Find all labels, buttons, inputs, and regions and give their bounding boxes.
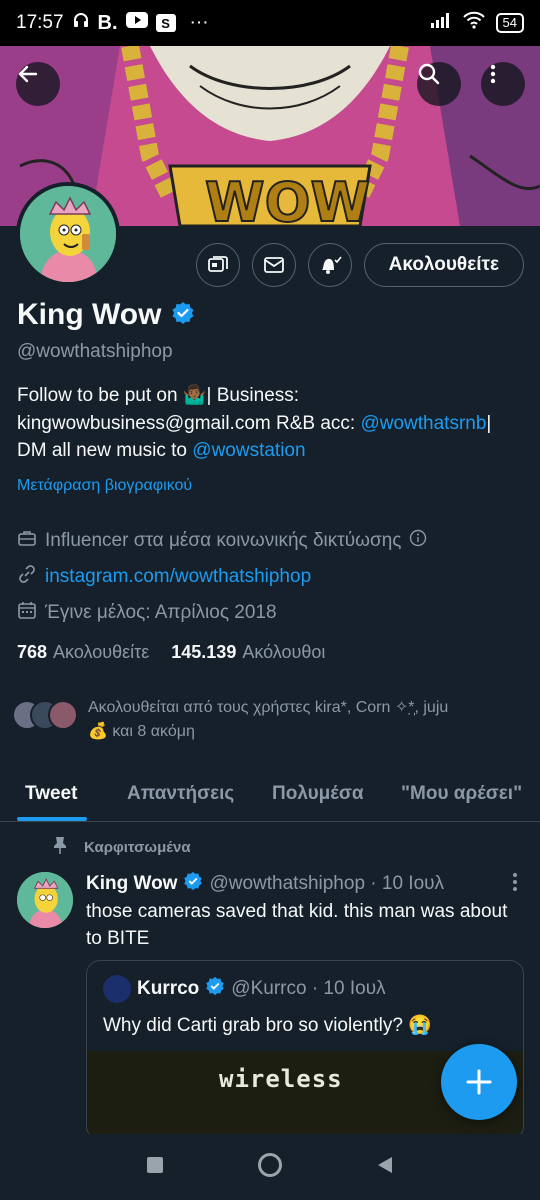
followed-by-line: Ακολουθείται από τους χρήστες kira*, Cor…	[88, 699, 449, 716]
system-nav-bar	[0, 1134, 540, 1200]
info-icon[interactable]	[409, 529, 427, 553]
square-icon	[147, 1156, 164, 1173]
followed-by-row[interactable]: Ακολουθείται από τους χρήστες kira*, Cor…	[12, 696, 518, 744]
profile-category: Influencer στα μέσα κοινωνικής δικτύωσης	[17, 528, 427, 554]
followed-by-line: 💰 και 8 ακόμη	[88, 723, 195, 740]
battery-indicator: 54	[495, 13, 524, 33]
verified-badge-icon	[205, 976, 225, 1002]
tab-replies[interactable]: Απαντήσεις	[127, 766, 234, 822]
bell-check-icon	[321, 256, 342, 274]
app-notification-icon: B.	[97, 11, 118, 34]
tweet-more-button[interactable]	[512, 872, 518, 897]
pinned-indicator: Καρφιτσωμένα	[52, 836, 191, 858]
briefcase-icon	[17, 528, 37, 554]
profile-actions: Ακολουθείτε	[195, 243, 524, 287]
followed-by-avatars	[12, 700, 78, 736]
avatar-image	[20, 186, 116, 282]
joined-text: Έγινε μέλος: Απρίλιος 2018	[45, 602, 277, 623]
avatar-image	[17, 872, 73, 928]
following-label: Ακολουθείτε	[53, 642, 150, 662]
bio-mention-link[interactable]: @wowthatsrnb	[360, 413, 486, 434]
followers-label: Ακόλουθοι	[242, 642, 326, 662]
following-count-link[interactable]: 768 Ακολουθείτε	[17, 642, 149, 663]
more-vertical-icon	[513, 873, 517, 891]
status-bar: 17:57 B. S ··· 54	[0, 0, 540, 46]
signal-icon	[430, 12, 452, 34]
subscriptions-button[interactable]	[195, 243, 240, 287]
profile-name-row: King Wow	[17, 298, 195, 332]
profile-joined: Έγινε μέλος: Απρίλιος 2018	[17, 600, 277, 626]
tweet-handle-date: @wowthatshiphop · 10 Ιουλ	[209, 873, 445, 894]
followed-by-text: Ακολουθείται από τους χρήστες kira*, Cor…	[88, 696, 518, 744]
notifications-button[interactable]	[307, 243, 352, 287]
profile-tabs: Tweet Απαντήσεις Πολυμέσα "Μου αρέσει"	[0, 766, 540, 822]
more-notifications-icon: ···	[189, 12, 209, 33]
category-text: Influencer στα μέσα κοινωνικής δικτύωσης	[45, 530, 402, 551]
arrow-left-icon	[18, 65, 38, 83]
quote-handle-date: @Kurrco · 10 Ιουλ	[231, 978, 386, 999]
tweet-header: King Wow @wowthatshiphop · 10 Ιουλ	[86, 871, 444, 897]
message-button[interactable]	[251, 243, 296, 287]
triangle-back-icon	[377, 1156, 392, 1173]
back-button[interactable]	[16, 62, 60, 106]
bio-text: Follow to be put on 🤷🏾‍♂️| Business: kin…	[17, 385, 361, 434]
bio-mention-link[interactable]: @wowstation	[192, 440, 305, 461]
verified-badge-icon	[183, 871, 203, 897]
compose-tweet-button[interactable]	[441, 1044, 517, 1120]
recents-button[interactable]	[146, 1156, 164, 1179]
profile-display-name: King Wow	[17, 298, 162, 331]
more-vertical-icon	[490, 64, 496, 84]
more-options-button[interactable]	[481, 62, 525, 106]
tab-likes[interactable]: "Μου αρέσει"	[401, 766, 522, 822]
following-count: 768	[17, 642, 48, 662]
tab-tweets[interactable]: Tweet	[25, 766, 77, 822]
subscriptions-icon	[207, 256, 228, 272]
plus-icon	[466, 1069, 492, 1095]
home-button[interactable]	[257, 1152, 283, 1183]
verified-badge-icon	[171, 301, 195, 330]
quote-header: Kurrco @Kurrco · 10 Ιουλ	[103, 975, 386, 1003]
followers-count: 145.139	[171, 642, 237, 662]
followers-count-link[interactable]: 145.139 Ακόλουθοι	[171, 642, 325, 663]
profile-avatar[interactable]	[16, 182, 120, 286]
following-button[interactable]: Ακολουθείτε	[363, 243, 524, 287]
status-time: 17:57	[16, 12, 64, 33]
back-nav-button[interactable]	[376, 1155, 394, 1180]
youtube-icon	[125, 12, 148, 34]
tweet-author-name[interactable]: King Wow	[86, 873, 177, 895]
wifi-icon	[462, 11, 486, 35]
pinned-label: Καρφιτσωμένα	[84, 838, 191, 856]
quote-author-name: Kurrco	[137, 978, 200, 999]
tab-media[interactable]: Πολυμέσα	[272, 766, 364, 822]
calendar-icon	[17, 600, 37, 626]
quote-text: Why did Carti grab bro so violently? 😭	[103, 1015, 432, 1036]
profile-bio: Follow to be put on 🤷🏾‍♂️| Business: kin…	[17, 382, 523, 465]
tweet-author-avatar[interactable]	[17, 872, 73, 928]
profile-website: instagram.com/wowthatshiphop	[17, 564, 311, 590]
headphones-icon	[72, 11, 90, 35]
pin-icon	[52, 836, 68, 858]
search-icon	[418, 63, 440, 85]
media-caption: wireless	[219, 1065, 343, 1093]
follow-counts: 768 Ακολουθείτε 145.139 Ακόλουθοι	[17, 642, 325, 663]
quote-author-avatar	[103, 975, 131, 1003]
active-tab-indicator	[17, 817, 87, 821]
search-button[interactable]	[417, 62, 461, 106]
circle-icon	[257, 1152, 282, 1177]
link-icon	[17, 564, 37, 590]
s-app-icon: S	[155, 14, 176, 32]
avatar	[48, 700, 78, 730]
svg-text:WOW: WOW	[205, 171, 370, 226]
envelope-icon	[263, 257, 284, 273]
tweet-text: those cameras saved that kid. this man w…	[86, 901, 508, 949]
translate-bio-link[interactable]: Μετάφραση βιογραφικού	[17, 477, 192, 495]
profile-handle: @wowthatshiphop	[17, 341, 173, 362]
website-link[interactable]: instagram.com/wowthatshiphop	[45, 566, 311, 588]
